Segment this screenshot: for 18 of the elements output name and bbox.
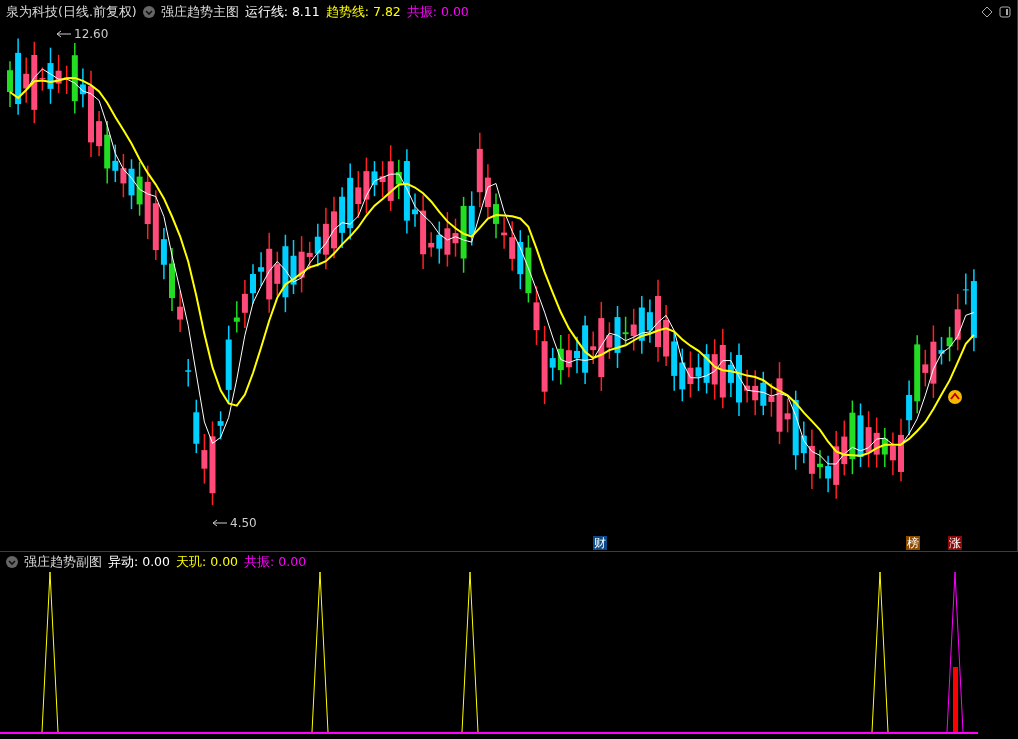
- indicator-value: 运行线: 8.11: [244, 2, 320, 21]
- chevron-down-icon[interactable]: [142, 6, 155, 18]
- chevron-down-icon[interactable]: [6, 556, 18, 568]
- stock-title: 泉为科技(日线.前复权): [6, 2, 137, 21]
- indicator-value: 异动: 0.00: [108, 552, 171, 571]
- indicator-value: 共振: 0.00: [244, 552, 307, 571]
- indicator-value: 趋势线: 7.82: [325, 2, 401, 21]
- indicator-name: 强庄趋势主图: [160, 2, 239, 21]
- event-tag[interactable]: 涨: [948, 536, 962, 550]
- panel-icon[interactable]: [999, 6, 1011, 18]
- high-price-label: 12.60: [56, 27, 109, 41]
- event-tag[interactable]: 财: [593, 536, 607, 550]
- indicator-name: 强庄趋势副图: [24, 552, 102, 571]
- low-price-label: 4.50: [212, 516, 257, 530]
- indicator-value: 天玑: 0.00: [176, 552, 239, 571]
- event-tag[interactable]: 榜: [906, 536, 920, 550]
- indicator-value: 共振: 0.00: [406, 2, 469, 21]
- diamond-icon[interactable]: [981, 6, 993, 18]
